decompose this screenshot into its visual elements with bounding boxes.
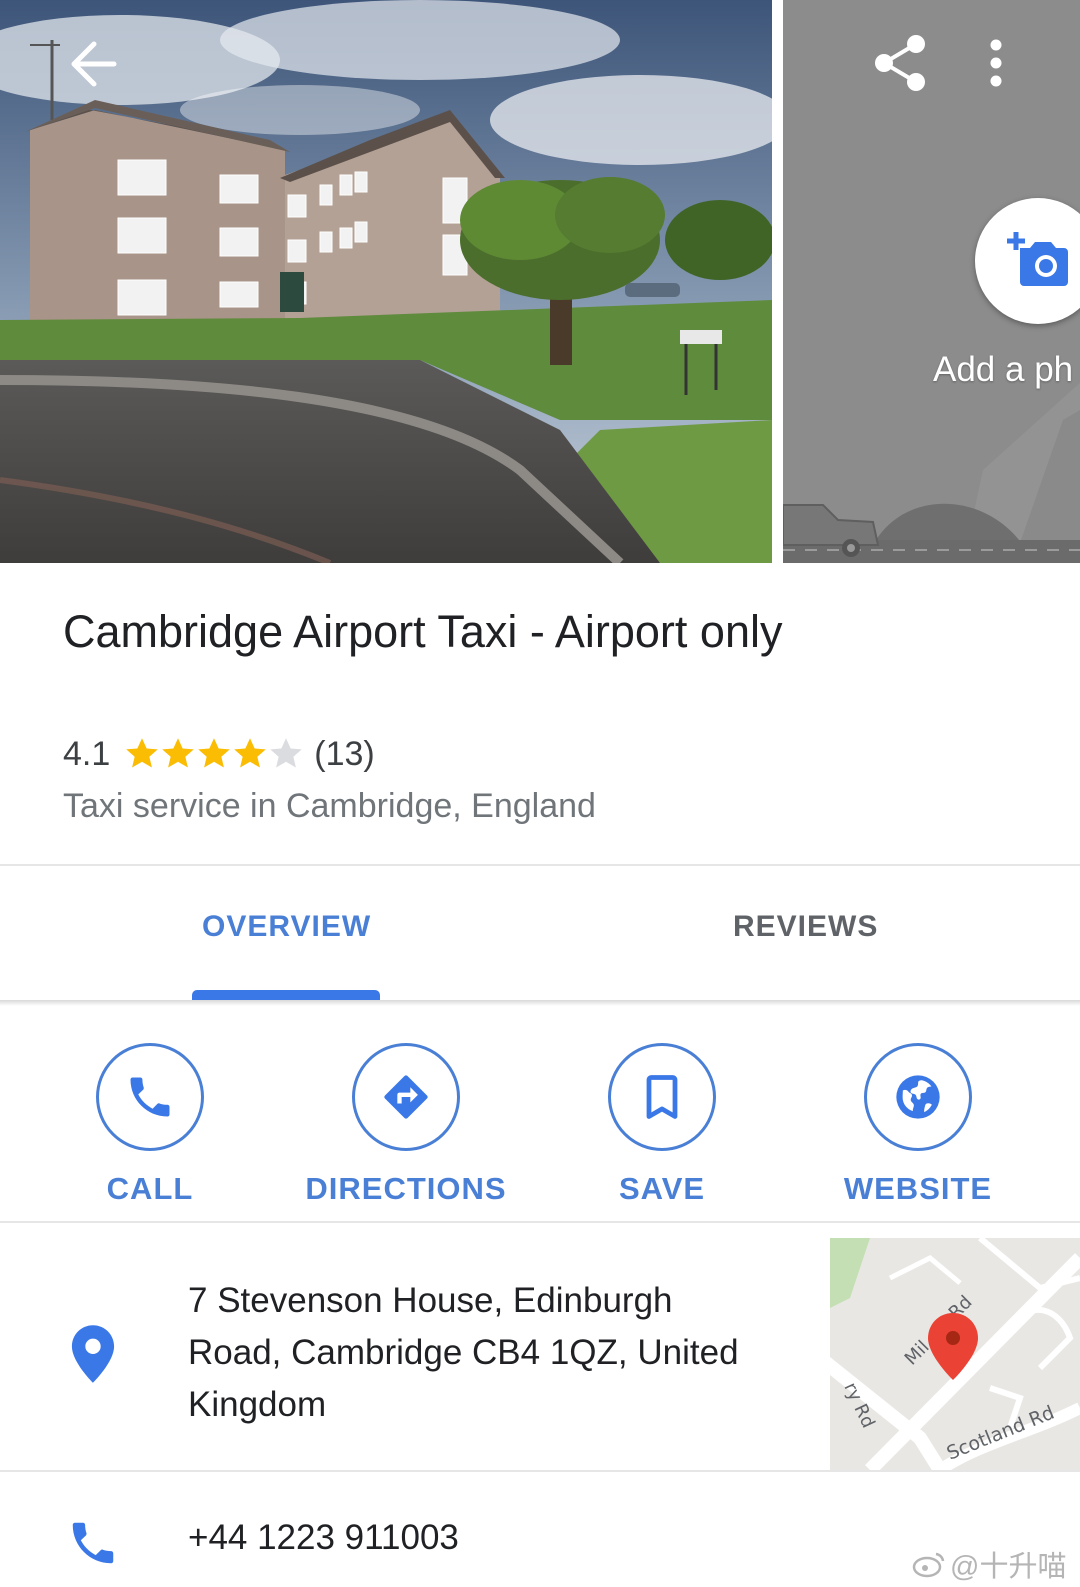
- arrow-left-icon: [71, 41, 117, 87]
- tab-reviews[interactable]: REVIEWS: [733, 910, 878, 944]
- watermark: @十升喵: [912, 1543, 1066, 1585]
- active-tab-indicator: [192, 990, 380, 1000]
- more-vert-icon: [990, 39, 1002, 87]
- globe-icon: [896, 1075, 940, 1119]
- call-label: CALL: [106, 1171, 194, 1206]
- phone-number[interactable]: +44 1223 911003: [188, 1518, 459, 1558]
- address-line-2: Road, Cambridge CB4 1QZ, United: [188, 1333, 739, 1372]
- photo-carousel[interactable]: Add a ph: [0, 0, 1080, 563]
- more-options-button[interactable]: [972, 32, 1020, 94]
- add-photo-label: Add a ph: [933, 350, 1074, 389]
- back-button[interactable]: [60, 32, 130, 96]
- rating-row[interactable]: 4.1 (13): [63, 732, 375, 776]
- share-icon: [875, 35, 925, 91]
- add-a-photo-icon: [1007, 232, 1068, 286]
- address-text[interactable]: 7 Stevenson House, Edinburgh Road, Cambr…: [188, 1275, 798, 1431]
- divider: [0, 1221, 1080, 1223]
- rating-value: 4.1: [63, 734, 111, 773]
- star-filled-icon: [126, 738, 159, 768]
- directions-icon: [384, 1075, 428, 1119]
- location-pin-icon: [71, 1325, 115, 1383]
- watermark-text: @十升喵: [950, 1551, 1067, 1583]
- star-filled-icon: [234, 738, 267, 768]
- map-image: ry Rd Mil Rd Scotland Rd: [830, 1238, 1080, 1470]
- review-count[interactable]: (13): [314, 735, 374, 774]
- divider: [0, 1470, 1080, 1472]
- call-button[interactable]: CALL: [40, 1043, 260, 1218]
- star-rating: [124, 736, 304, 772]
- website-label: WEBSITE: [843, 1171, 993, 1206]
- place-category: Taxi service in Cambridge, England: [63, 787, 596, 825]
- divider: [0, 864, 1080, 866]
- website-button-circle: [864, 1043, 972, 1151]
- save-button-circle: [608, 1043, 716, 1151]
- phone-icon: [130, 1077, 170, 1117]
- directions-button[interactable]: DIRECTIONS: [296, 1043, 516, 1218]
- address-line-1: 7 Stevenson House, Edinburgh: [188, 1281, 673, 1320]
- website-button[interactable]: WEBSITE: [808, 1043, 1028, 1218]
- phone-icon: [72, 1522, 114, 1564]
- star-empty-icon: [270, 738, 303, 768]
- place-title: Cambridge Airport Taxi - Airport only: [63, 606, 783, 657]
- bookmark-icon: [646, 1075, 678, 1119]
- address-line-3: Kingdom: [188, 1385, 327, 1424]
- share-button[interactable]: [872, 32, 934, 94]
- weibo-logo-icon: [912, 1552, 945, 1578]
- directions-button-circle: [352, 1043, 460, 1151]
- save-button[interactable]: SAVE: [552, 1043, 772, 1218]
- save-label: SAVE: [618, 1171, 706, 1206]
- star-filled-icon: [198, 738, 231, 768]
- tab-bar-shadow: [0, 1000, 1080, 1006]
- map-thumbnail[interactable]: ry Rd Mil Rd Scotland Rd: [830, 1238, 1080, 1470]
- tab-overview[interactable]: OVERVIEW: [202, 910, 371, 944]
- star-filled-icon: [162, 738, 195, 768]
- directions-label: DIRECTIONS: [305, 1171, 507, 1206]
- call-button-circle: [96, 1043, 204, 1151]
